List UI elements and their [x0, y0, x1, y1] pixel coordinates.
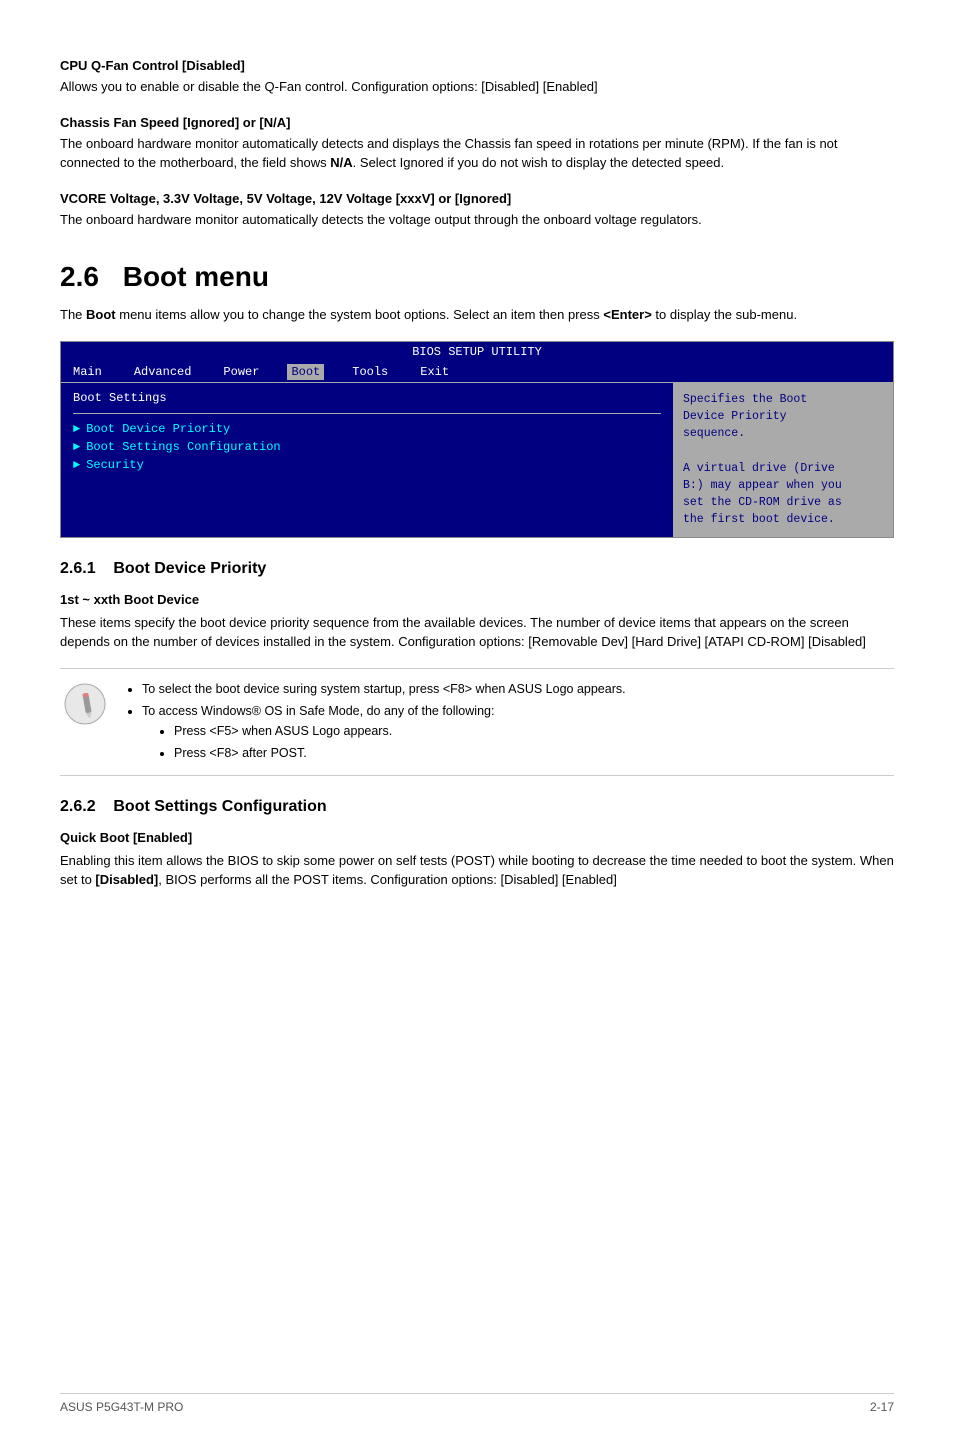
bios-nav-main[interactable]: Main [69, 364, 106, 380]
boot-menu-chapter: 2.6 Boot menu The Boot menu items allow … [60, 261, 894, 325]
bios-nav-exit[interactable]: Exit [416, 364, 453, 380]
bios-setup-box: BIOS SETUP UTILITY Main Advanced Power B… [60, 341, 894, 538]
intro-bold: Boot [86, 307, 116, 322]
boot-settings-config-section: 2.6.2 Boot Settings Configuration Quick … [60, 798, 894, 890]
tip-text-1: To select the boot device suring system … [142, 682, 626, 696]
tip-sub-list: Press <F5> when ASUS Logo appears. Press… [174, 721, 894, 763]
bios-menu-security[interactable]: ► Security [73, 458, 661, 472]
quick-boot-disabled: [Disabled] [95, 872, 158, 887]
bios-body: Boot Settings ► Boot Device Priority ► B… [61, 383, 893, 537]
bios-menu-item-label: Boot Settings Configuration [86, 440, 280, 454]
bios-menu-item-label: Boot Device Priority [86, 422, 230, 436]
bios-nav-bar: Main Advanced Power Boot Tools Exit [61, 362, 893, 383]
quick-boot-body: Enabling this item allows the BIOS to sk… [60, 851, 894, 890]
bios-nav-boot[interactable]: Boot [287, 364, 324, 380]
intro-post: to display the sub-menu. [652, 307, 797, 322]
tip-sub-item-1: Press <F5> when ASUS Logo appears. [174, 721, 894, 741]
intro-mid: menu items allow you to change the syste… [116, 307, 604, 322]
boot-device-priority-body: These items specify the boot device prio… [60, 613, 894, 652]
tip-content: To select the boot device suring system … [126, 679, 894, 765]
chapter-heading: 2.6 Boot menu [60, 261, 894, 293]
chassis-fan-text2: . Select Ignored if you do not wish to d… [353, 155, 724, 170]
tip-item-2: To access Windows® OS in Safe Mode, do a… [142, 701, 894, 763]
arrow-icon: ► [73, 458, 80, 472]
arrow-icon: ► [73, 440, 80, 454]
bios-menu-boot-device-priority[interactable]: ► Boot Device Priority [73, 422, 661, 436]
arrow-icon: ► [73, 422, 80, 436]
tip-icon [60, 679, 110, 725]
boot-device-priority-section: 2.6.1 Boot Device Priority 1st ~ xxth Bo… [60, 560, 894, 652]
chapter-title: Boot menu [123, 261, 269, 292]
bios-left-panel: Boot Settings ► Boot Device Priority ► B… [61, 383, 673, 537]
tip-text-2: To access Windows® OS in Safe Mode, do a… [142, 704, 494, 718]
first-xxth-heading: 1st ~ xxth Boot Device [60, 592, 894, 607]
intro-pre: The [60, 307, 86, 322]
quick-boot-text2: , BIOS performs all the POST items. Conf… [158, 872, 617, 887]
bios-right-panel: Specifies the BootDevice Prioritysequenc… [673, 383, 893, 537]
tip-item-1: To select the boot device suring system … [142, 679, 894, 699]
boot-menu-intro: The Boot menu items allow you to change … [60, 305, 894, 325]
chassis-fan-section: Chassis Fan Speed [Ignored] or [N/A] The… [60, 115, 894, 173]
pencil-icon [64, 683, 106, 725]
footer-left: ASUS P5G43T-M PRO [60, 1400, 183, 1414]
intro-enter: <Enter> [603, 307, 651, 322]
bios-menu-item-label: Security [86, 458, 144, 472]
chapter-number: 2.6 [60, 261, 99, 292]
boot-device-priority-heading: 2.6.1 Boot Device Priority [60, 560, 894, 578]
boot-settings-config-heading: 2.6.2 Boot Settings Configuration [60, 798, 894, 816]
section-number: 2.6.2 Boot Settings Configuration [60, 798, 327, 815]
vcore-heading: VCORE Voltage, 3.3V Voltage, 5V Voltage,… [60, 191, 894, 206]
tip-box: To select the boot device suring system … [60, 668, 894, 776]
chassis-fan-body: The onboard hardware monitor automatical… [60, 134, 894, 173]
cpu-qfan-heading: CPU Q-Fan Control [Disabled] [60, 58, 894, 73]
tip-sub-item-2: Press <F8> after POST. [174, 743, 894, 763]
bios-title: BIOS SETUP UTILITY [61, 342, 893, 362]
cpu-qfan-section: CPU Q-Fan Control [Disabled] Allows you … [60, 58, 894, 97]
cpu-qfan-body: Allows you to enable or disable the Q-Fa… [60, 77, 894, 97]
quick-boot-heading: Quick Boot [Enabled] [60, 830, 894, 845]
bios-section-label: Boot Settings [73, 391, 661, 405]
vcore-body: The onboard hardware monitor automatical… [60, 210, 894, 230]
bios-nav-power[interactable]: Power [219, 364, 263, 380]
page-footer: ASUS P5G43T-M PRO 2-17 [60, 1393, 894, 1414]
bios-help-text: Specifies the BootDevice Prioritysequenc… [683, 393, 842, 527]
bios-nav-tools[interactable]: Tools [348, 364, 392, 380]
bios-nav-advanced[interactable]: Advanced [130, 364, 196, 380]
vcore-section: VCORE Voltage, 3.3V Voltage, 5V Voltage,… [60, 191, 894, 230]
chassis-fan-heading: Chassis Fan Speed [Ignored] or [N/A] [60, 115, 894, 130]
bios-menu-boot-settings-config[interactable]: ► Boot Settings Configuration [73, 440, 661, 454]
section-number: 2.6.1 Boot Device Priority [60, 560, 266, 577]
chassis-fan-na: N/A [330, 155, 352, 170]
footer-right: 2-17 [870, 1400, 894, 1414]
